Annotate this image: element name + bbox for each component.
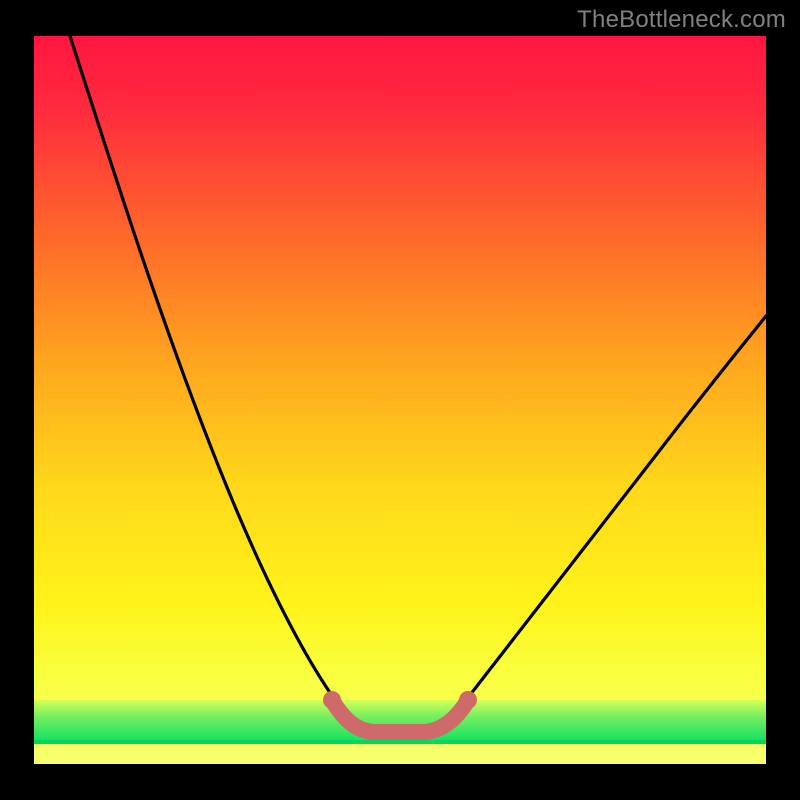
frame-bottom — [0, 764, 800, 800]
gradient-background — [34, 36, 766, 764]
bottleneck-chart — [0, 0, 800, 800]
frame-right — [766, 0, 800, 800]
watermark-label: TheBottleneck.com — [577, 6, 786, 34]
chart-frame: TheBottleneck.com — [0, 0, 800, 800]
highlight-start-dot — [323, 691, 341, 709]
frame-left — [0, 0, 34, 800]
plot-area — [34, 36, 766, 764]
highlight-end-dot — [459, 691, 477, 709]
green-band-edge — [34, 740, 766, 744]
